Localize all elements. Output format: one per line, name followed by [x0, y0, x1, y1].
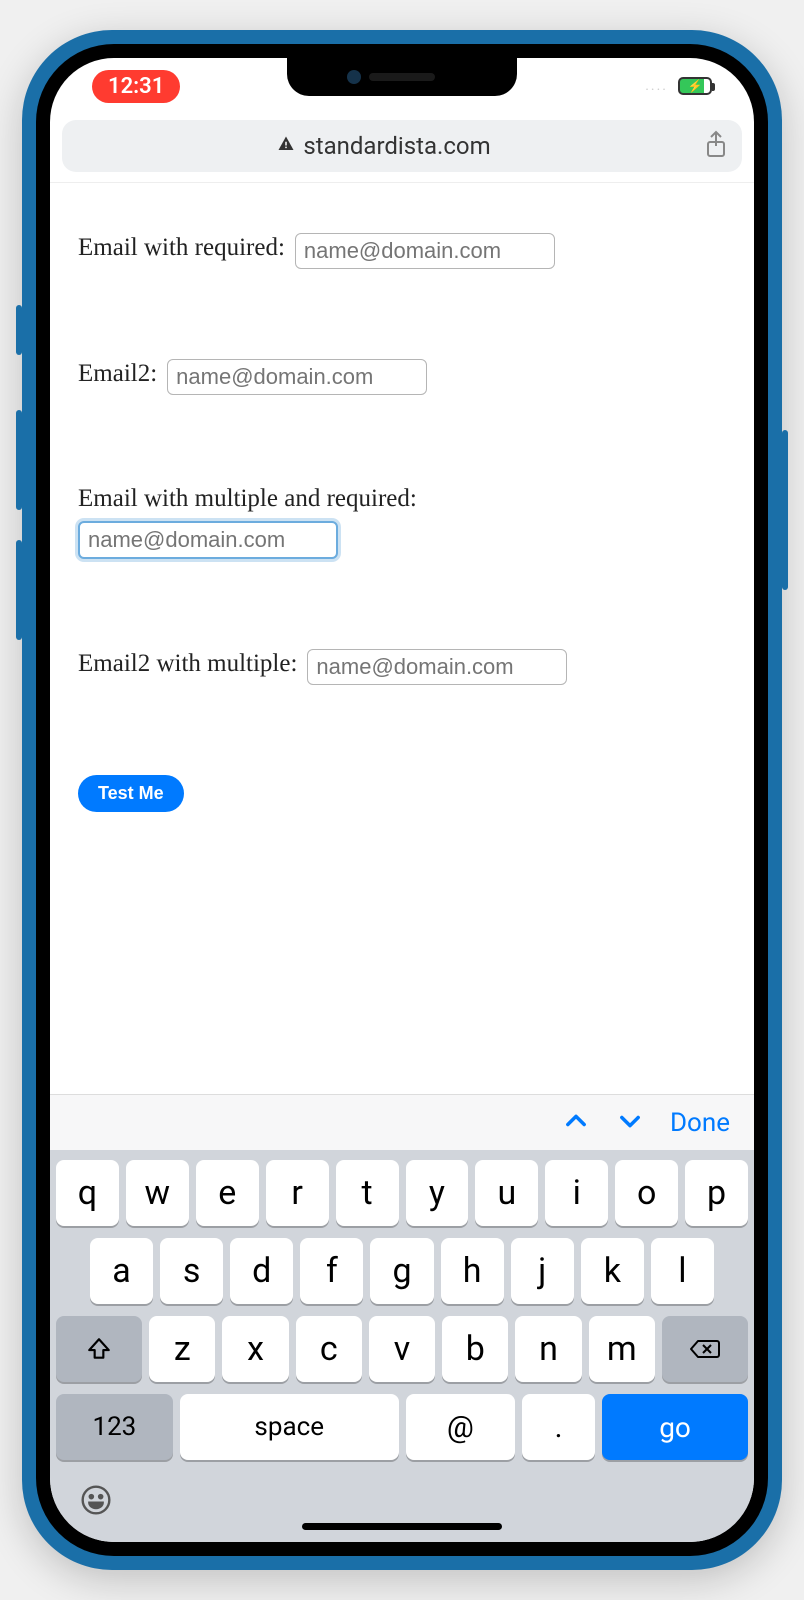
test-me-button[interactable]: Test Me	[78, 775, 184, 812]
battery-icon: ⚡	[678, 77, 712, 95]
key-e[interactable]: e	[196, 1160, 259, 1226]
key-g[interactable]: g	[370, 1238, 433, 1304]
key-b[interactable]: b	[442, 1316, 508, 1382]
side-button	[782, 430, 788, 590]
key-r[interactable]: r	[266, 1160, 329, 1226]
url-text: standardista.com	[303, 132, 490, 160]
key-a[interactable]: a	[90, 1238, 153, 1304]
backspace-key[interactable]	[662, 1316, 748, 1382]
status-time-recording[interactable]: 12:31	[92, 70, 180, 103]
field-label: Email with required:	[78, 234, 285, 261]
home-indicator[interactable]	[302, 1523, 502, 1530]
key-j[interactable]: j	[511, 1238, 574, 1304]
keyboard: qwertyuiop asdfghjkl zxcvbnm 123 space @…	[50, 1150, 754, 1542]
share-icon[interactable]	[704, 130, 728, 162]
dot-key[interactable]: .	[522, 1394, 595, 1460]
key-h[interactable]: h	[441, 1238, 504, 1304]
browser-url-bar[interactable]: standardista.com	[62, 120, 742, 172]
key-m[interactable]: m	[589, 1316, 655, 1382]
key-u[interactable]: u	[475, 1160, 538, 1226]
numeric-key[interactable]: 123	[56, 1394, 173, 1460]
key-l[interactable]: l	[651, 1238, 714, 1304]
key-d[interactable]: d	[230, 1238, 293, 1304]
key-k[interactable]: k	[581, 1238, 644, 1304]
side-button	[16, 410, 22, 510]
key-y[interactable]: y	[406, 1160, 469, 1226]
security-warning-icon	[277, 135, 295, 158]
at-key[interactable]: @	[406, 1394, 515, 1460]
key-z[interactable]: z	[149, 1316, 215, 1382]
field-label: Email with multiple and required:	[78, 485, 417, 512]
cellular-signal: ....	[645, 78, 668, 94]
side-button	[16, 540, 22, 640]
key-w[interactable]: w	[126, 1160, 189, 1226]
email-required-input[interactable]	[295, 233, 555, 269]
screen: 12:31 .... ⚡ standardista.com	[50, 58, 754, 1542]
key-f[interactable]: f	[300, 1238, 363, 1304]
key-x[interactable]: x	[222, 1316, 288, 1382]
key-q[interactable]: q	[56, 1160, 119, 1226]
key-t[interactable]: t	[336, 1160, 399, 1226]
notch	[287, 58, 517, 96]
go-key[interactable]: go	[602, 1394, 748, 1460]
key-c[interactable]: c	[296, 1316, 362, 1382]
keyboard-done-button[interactable]: Done	[670, 1108, 730, 1138]
shift-key[interactable]	[56, 1316, 142, 1382]
key-s[interactable]: s	[160, 1238, 223, 1304]
email-multiple-required-input[interactable]	[78, 521, 338, 559]
email2-multiple-input[interactable]	[307, 649, 567, 685]
space-key[interactable]: space	[180, 1394, 399, 1460]
phone-frame: 12:31 .... ⚡ standardista.com	[22, 30, 782, 1570]
next-field-button[interactable]	[616, 1107, 644, 1139]
field-label: Email2:	[78, 360, 157, 387]
field-label: Email2 with multiple:	[78, 650, 297, 677]
key-i[interactable]: i	[545, 1160, 608, 1226]
side-button	[16, 305, 22, 355]
previous-field-button[interactable]	[562, 1107, 590, 1139]
key-n[interactable]: n	[515, 1316, 581, 1382]
emoji-key[interactable]	[80, 1484, 112, 1524]
page-content: Email with required: Email2: Email with …	[50, 183, 754, 1094]
key-o[interactable]: o	[615, 1160, 678, 1226]
email2-input[interactable]	[167, 359, 427, 395]
key-p[interactable]: p	[685, 1160, 748, 1226]
keyboard-accessory-toolbar: Done	[50, 1094, 754, 1150]
key-v[interactable]: v	[369, 1316, 435, 1382]
